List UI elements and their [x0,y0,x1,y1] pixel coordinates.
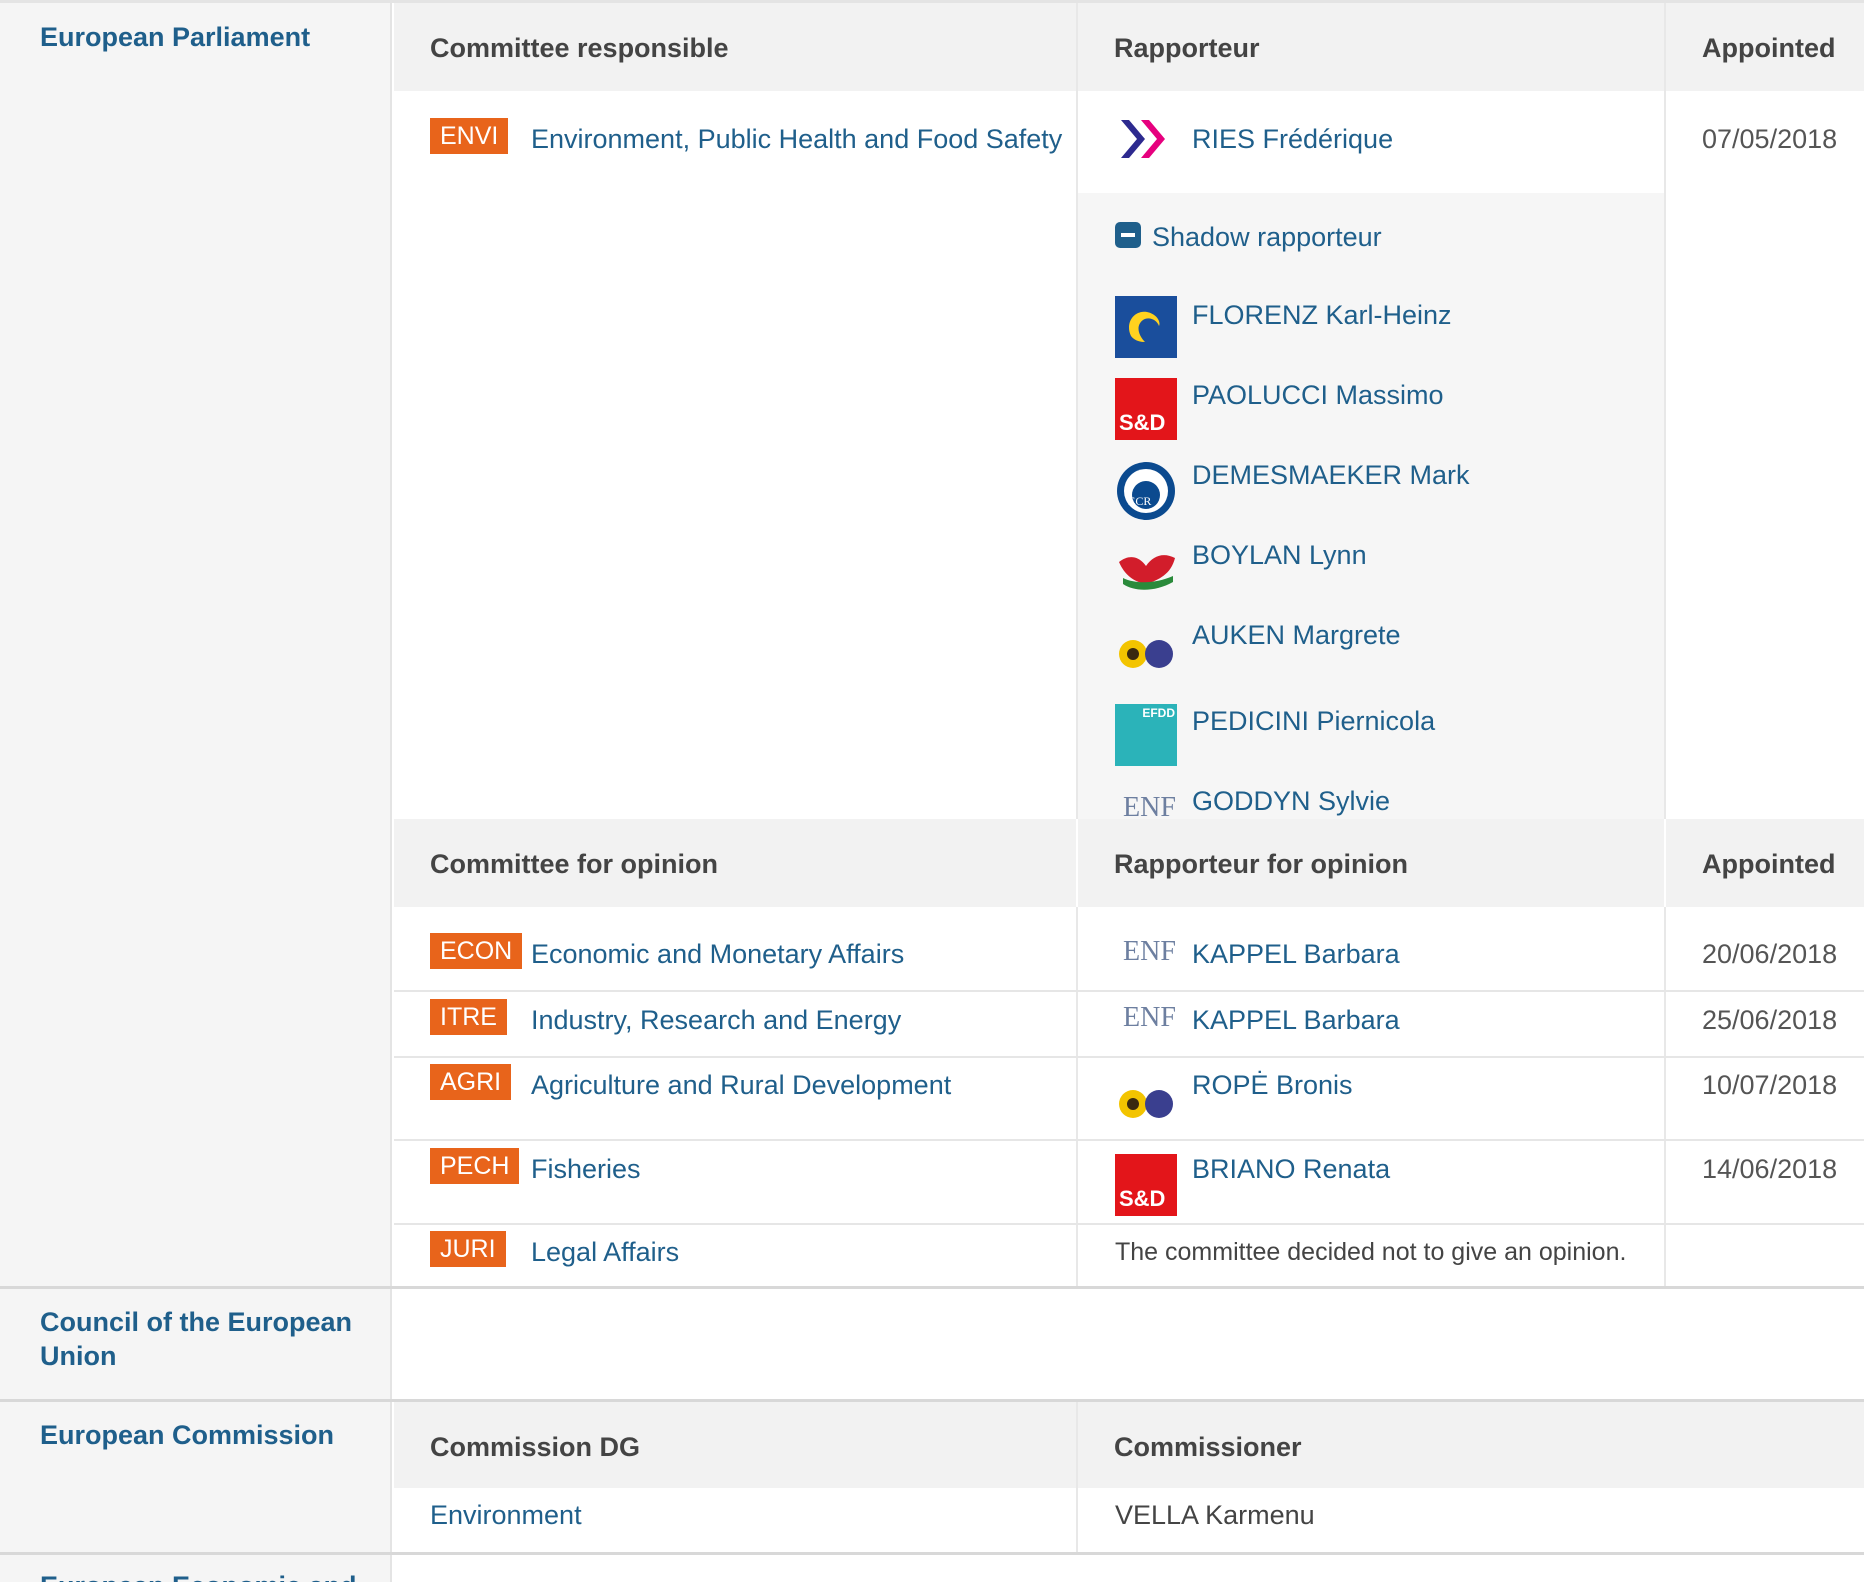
row-separator [394,1056,1864,1058]
rapporteur-briano[interactable]: BRIANO Renata [1192,1154,1390,1185]
eesc-institution-cell: European Economic and [0,1555,392,1582]
council-institution-name[interactable]: Council of the European Union [40,1305,360,1373]
renew-logo [1115,108,1177,170]
efdd-logo: EFDD [1115,704,1177,766]
rapporteur-kappel-econ[interactable]: KAPPEL Barbara [1192,939,1400,970]
badge-envi[interactable]: ENVI [430,118,509,154]
council-institution-cell: Council of the European Union [0,1289,392,1399]
shadow-pedicini[interactable]: PEDICINI Piernicola [1192,706,1435,737]
ecr-logo: ECR [1115,460,1177,522]
shadow-boylan[interactable]: BOYLAN Lynn [1192,540,1367,571]
no-opinion-note: The committee decided not to give an opi… [1115,1238,1627,1266]
gue-logo [1115,540,1177,602]
badge-agri[interactable]: AGRI [430,1064,512,1100]
appointed-date-econ: 20/06/2018 [1702,939,1838,969]
appointed-date-itre: 25/06/2018 [1702,1005,1838,1035]
badge-econ[interactable]: ECON [430,933,523,969]
header-appointed: Appointed [1702,33,1836,63]
committee-agri[interactable]: Agriculture and Rural Development [531,1070,951,1101]
shadow-goddyn[interactable]: GODDYN Sylvie [1192,786,1390,817]
council-section: Council of the European Union [0,1289,1864,1399]
header-appointed-opinion: Appointed [1702,849,1836,879]
header-commissioner: Commissioner [1114,1432,1302,1462]
opinion-header-divider-2 [1664,819,1666,907]
greens-logo [1115,620,1177,682]
commission-header-row: Commission DG Commissioner [394,1402,1864,1488]
shadow-rapporteur-label[interactable]: Shadow rapporteur [1152,222,1382,253]
collapse-icon[interactable] [1115,222,1141,248]
committee-econ[interactable]: Economic and Monetary Affairs [531,939,904,970]
header-rapporteur-opinion: Rapporteur for opinion [1114,849,1408,879]
commission-col-divider [1076,1402,1078,1552]
committee-itre[interactable]: Industry, Research and Energy [531,1005,901,1036]
badge-pech[interactable]: PECH [430,1148,520,1184]
shadow-demesmaeker[interactable]: DEMESMAEKER Mark [1192,460,1470,491]
commission-dg-environment[interactable]: Environment [430,1500,582,1531]
rapporteur-ries[interactable]: RIES Frédérique [1192,124,1393,155]
header-commission-dg: Commission DG [430,1432,641,1462]
eesc-institution-name[interactable]: European Economic and [40,1569,360,1582]
eesc-section: European Economic and [0,1555,1864,1582]
col-divider-2 [1664,3,1666,1286]
commission-institution-cell: European Commission [0,1402,392,1552]
badge-juri[interactable]: JURI [430,1231,506,1267]
sd-logo: S&D [1115,378,1177,440]
shadow-auken[interactable]: AUKEN Margrete [1192,620,1401,651]
committee-pech[interactable]: Fisheries [531,1154,641,1185]
col-divider-1 [1076,3,1078,1286]
badge-itre[interactable]: ITRE [430,999,507,1035]
responsible-header-row: Committee responsible Rapporteur Appoint… [394,3,1864,91]
header-rapporteur: Rapporteur [1114,33,1260,63]
header-committee-responsible: Committee responsible [430,33,729,63]
enf-logo: ENF [1123,936,1176,967]
shadow-paolucci[interactable]: PAOLUCCI Massimo [1192,380,1444,411]
row-separator [394,1223,1864,1225]
shadow-florenz[interactable]: FLORENZ Karl-Heinz [1192,300,1452,331]
epp-logo [1115,296,1177,358]
ep-institution-name[interactable]: European Parliament [40,20,360,54]
commission-institution-name[interactable]: European Commission [40,1418,360,1452]
greens-logo [1115,1072,1177,1134]
rapporteur-kappel-itre[interactable]: KAPPEL Barbara [1192,1005,1400,1036]
appointed-date-agri: 10/07/2018 [1702,1070,1838,1100]
opinion-header-divider-1 [1076,819,1078,907]
appointed-date-pech: 14/06/2018 [1702,1154,1838,1184]
committee-envi[interactable]: Environment, Public Health and Food Safe… [531,124,1062,155]
header-committee-opinion: Committee for opinion [430,849,718,879]
appointed-date-envi: 07/05/2018 [1702,124,1838,154]
rapporteur-rope[interactable]: ROPĖ Bronis [1192,1070,1353,1101]
opinion-header-row: Committee for opinion Rapporteur for opi… [394,819,1864,907]
sd-logo: S&D [1115,1154,1177,1216]
committee-juri[interactable]: Legal Affairs [531,1237,679,1268]
commissioner-vella: VELLA Karmenu [1115,1500,1315,1530]
row-separator [394,1139,1864,1141]
enf-logo: ENF [1123,1002,1176,1033]
ep-institution-cell: European Parliament [0,0,392,1286]
